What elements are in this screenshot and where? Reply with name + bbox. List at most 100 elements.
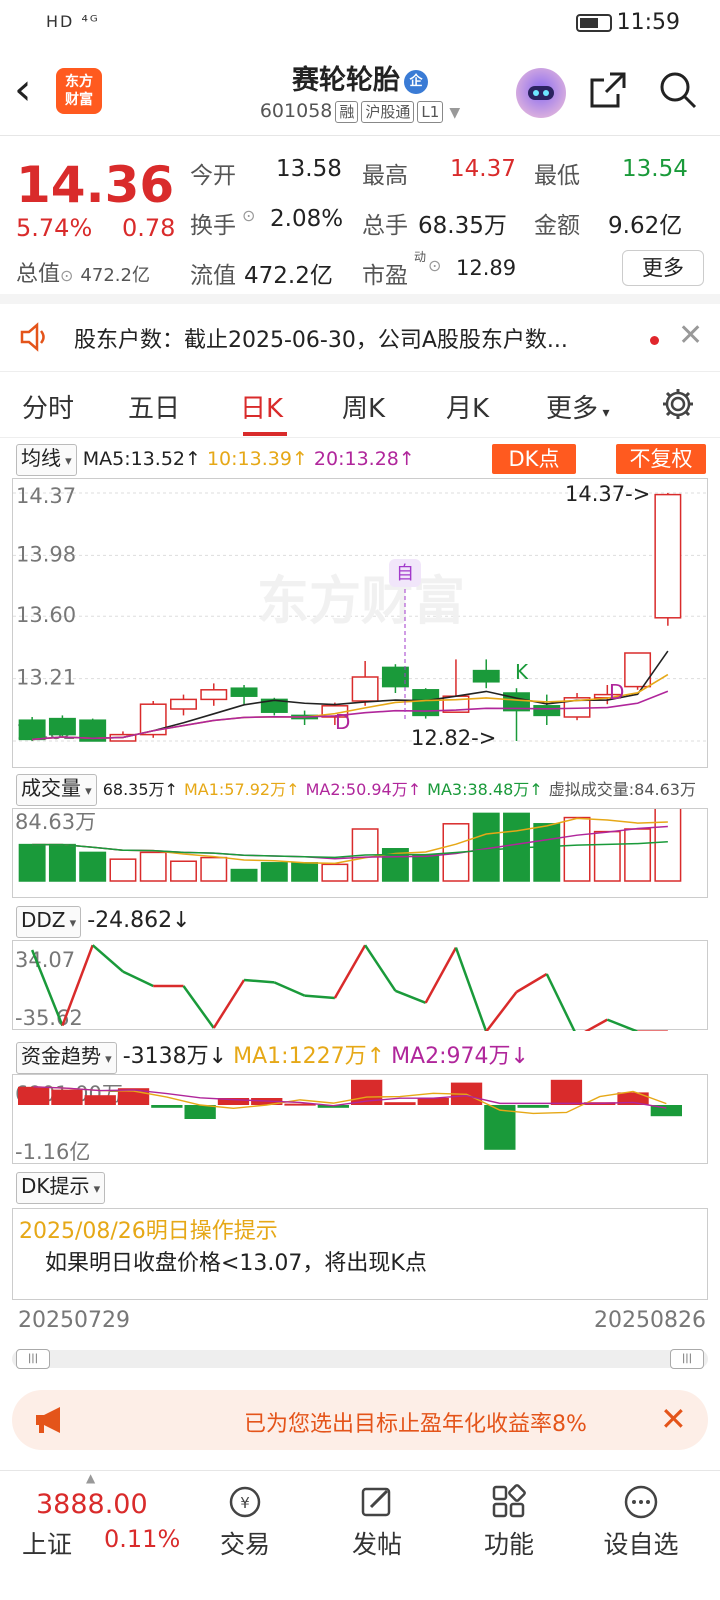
share-icon[interactable] (588, 70, 628, 110)
ma-selector[interactable]: 均线 (16, 444, 77, 476)
assistant-robot-icon[interactable] (516, 68, 566, 118)
ddz-segment (364, 944, 397, 992)
active-tab-indicator (243, 432, 287, 436)
grid-icon (492, 1484, 526, 1518)
tab-more-label: 更多 (546, 394, 599, 424)
quote-panel: 14.36 5.74% 0.78 总值⊙ 472.2亿 今开 13.58 最高 … (0, 136, 720, 304)
volume-bar (533, 823, 561, 882)
close-icon[interactable]: ✕ (678, 318, 703, 353)
tab-five-day[interactable]: 五日 (128, 388, 180, 425)
candle (200, 689, 228, 701)
promo-banner[interactable]: 已为您选出目标止盈年化收益率8% ✕ (12, 1390, 708, 1450)
info-icon[interactable]: ⊙ (428, 256, 441, 275)
ddz-axis-bottom: -35.62 (15, 1006, 83, 1030)
fund-bar (384, 1102, 416, 1105)
volume-bar (230, 868, 258, 882)
fund-selector[interactable]: 资金趋势 (16, 1042, 117, 1074)
ddz-axis-top: 34.07 (15, 948, 75, 972)
market-cap-value: 472.2亿 (80, 265, 150, 286)
fund-chart[interactable]: 6901.00万-1.16亿 (12, 1074, 708, 1164)
no-adjust-button[interactable]: 不复权 (616, 444, 706, 474)
nav-post[interactable]: 发帖 (322, 1483, 432, 1561)
megaphone-icon (36, 1407, 60, 1433)
close-icon[interactable]: ✕ (660, 1400, 687, 1438)
signal-indicator: HD ⁴ᴳ (46, 12, 100, 31)
tag-margin: 融 (335, 101, 359, 123)
volume-bar (109, 858, 137, 882)
scroll-handle-right[interactable]: ||| (670, 1349, 704, 1369)
amount-label: 金额 (534, 213, 580, 239)
tab-weekly-k[interactable]: 周K (342, 388, 385, 425)
dk-point-button[interactable]: DK点 (492, 444, 576, 474)
ddz-chart[interactable]: 34.07 -35.62 (12, 940, 708, 1038)
low-price-label: 12.82-> (411, 726, 496, 750)
change-value: 0.78 (122, 214, 176, 242)
volume-bar (170, 860, 197, 882)
volume-ma2: MA2:50.94万↑ (305, 780, 422, 799)
ddz-segment (91, 944, 124, 973)
info-icon[interactable]: ⊙ (60, 266, 73, 285)
range-scrollbar[interactable]: ||| ||| (12, 1349, 708, 1369)
tab-more[interactable]: 更多 ▾ (546, 388, 610, 425)
price-tick: 14.37 (16, 484, 76, 508)
volume-svg: 84.63万 (15, 807, 682, 882)
tag-connect: 沪股通 (361, 101, 415, 123)
zi-marker: 自 (396, 563, 414, 584)
volume-bar (563, 816, 591, 882)
ma20-value: 20:13.28↑ (313, 448, 415, 470)
promo-text: 已为您选出目标止盈年化收益率8% (244, 1412, 587, 1437)
notice-bar[interactable]: 股东户数：截止2025-06-30，公司A股股东户数... ✕ (0, 304, 720, 372)
last-price: 14.36 (16, 156, 175, 214)
fund-svg: 6901.00万-1.16亿 (15, 1079, 683, 1164)
caret-up-icon: ▲ (86, 1471, 96, 1485)
search-icon[interactable] (658, 70, 698, 110)
volume-bar (260, 862, 288, 882)
bottom-bar: ▲ 3888.00 上证 0.11% ¥ 交易 发帖 功能 设自选 (0, 1470, 720, 1600)
ddz-segment (606, 1018, 639, 1033)
tab-intraday[interactable]: 分时 (22, 388, 74, 425)
low-label: 最低 (534, 163, 580, 189)
nav-watchlist[interactable]: 设自选 (586, 1483, 696, 1561)
fund-bar (417, 1098, 449, 1105)
volume-chart[interactable]: 84.63万 (12, 807, 708, 898)
stock-name: 赛轮轮胎 (292, 65, 400, 96)
dk-prompt-box: 2025/08/26明日操作提示 如果明日收盘价格<13.07，将出现K点 (12, 1208, 708, 1300)
ddz-segment (273, 981, 306, 997)
d-marker: D (609, 680, 624, 704)
dk-prompt-text: 如果明日收盘价格<13.07，将出现K点 (45, 1251, 427, 1276)
ddz-svg: 34.07 -35.62 (15, 944, 668, 1038)
kline-chart[interactable]: 东方财富 14.37 13.98 13.60 13.21 12.82 14.37-> 12.8… (12, 478, 709, 768)
ddz-segment (545, 973, 579, 1037)
scroll-handle-left[interactable]: ||| (16, 1349, 50, 1369)
notice-text: 股东户数：截止2025-06-30，公司A股股东户数... (74, 328, 568, 353)
tab-monthly-k[interactable]: 月K (446, 388, 489, 425)
dk-selector[interactable]: DK提示 (16, 1172, 106, 1204)
ddz-segment (576, 1018, 608, 1038)
fund-ma1: MA1:1227万↑ (233, 1044, 386, 1069)
more-quote-button[interactable]: 更多 (622, 250, 704, 286)
high-label: 最高 (362, 163, 408, 189)
high-price-label: 14.37-> (565, 482, 650, 506)
index-name[interactable]: 上证 (22, 1525, 72, 1561)
chevron-down-icon: ▼ (449, 105, 461, 121)
fund-bar (184, 1105, 216, 1119)
nav-functions[interactable]: 功能 (454, 1483, 564, 1561)
gear-icon[interactable] (660, 386, 696, 422)
nav-trade[interactable]: ¥ 交易 (190, 1483, 300, 1561)
watermark: 东方财富 (257, 572, 465, 632)
volume-bar (291, 862, 319, 882)
caret-down-icon: ▾ (598, 405, 610, 421)
pe-label: 市盈 (362, 263, 408, 289)
volume-bar (654, 807, 682, 882)
market-cap: 总值⊙ 472.2亿 (16, 256, 150, 288)
tab-daily-k[interactable]: 日K (240, 388, 283, 425)
date-range: 20250729 20250826 (0, 1308, 720, 1340)
candle (381, 666, 409, 688)
volume-bar (18, 843, 46, 882)
volume-bar (321, 863, 349, 882)
low-value: 13.54 (622, 156, 688, 182)
ddz-selector[interactable]: DDZ (16, 906, 82, 938)
volume-selector[interactable]: 成交量 (16, 774, 97, 806)
index-value[interactable]: 3888.00 (36, 1489, 148, 1520)
info-icon[interactable]: ⊙ (242, 206, 255, 225)
